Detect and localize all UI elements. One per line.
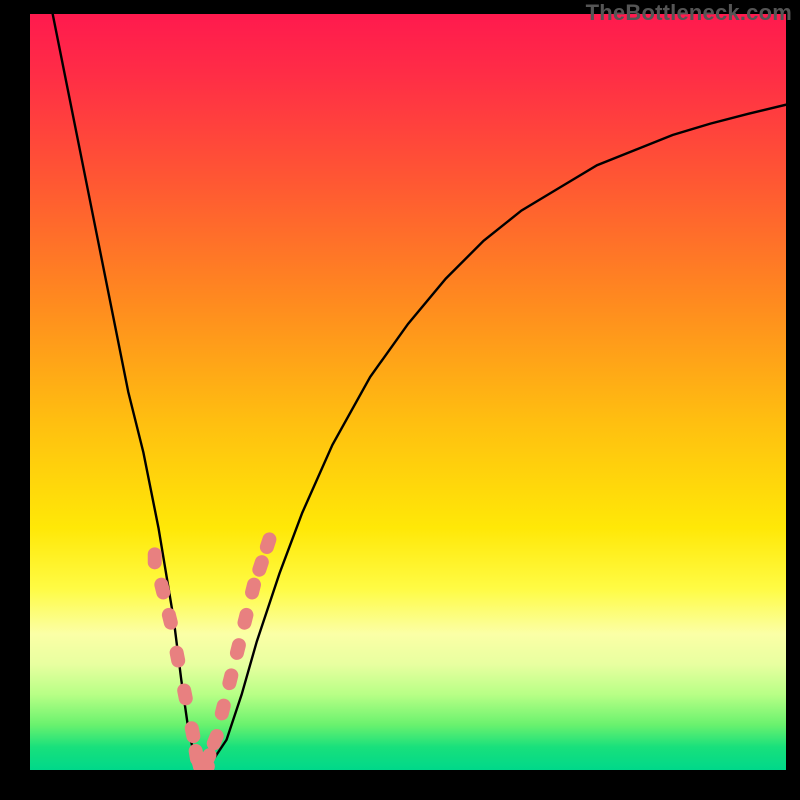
plot-background <box>30 14 786 770</box>
watermark-text: TheBottleneck.com <box>586 0 792 26</box>
chart-frame: TheBottleneck.com <box>0 0 800 800</box>
